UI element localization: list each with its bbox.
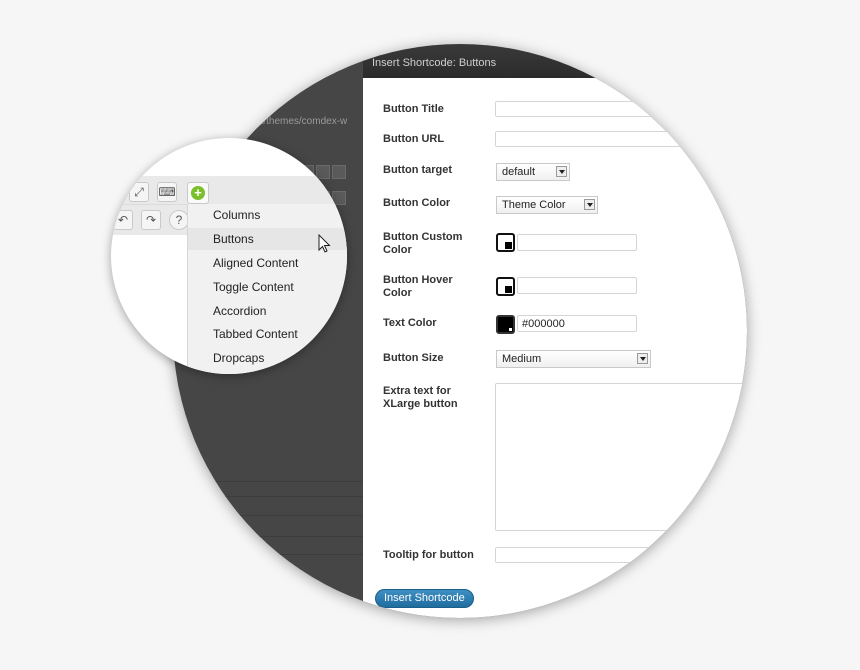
button-custom-color-label-line2: Color (383, 244, 412, 256)
button-hover-color-input[interactable] (517, 277, 637, 294)
button-hover-color-label-line1: Button Hover (383, 274, 453, 286)
add-shortcode-button[interactable]: + (187, 182, 209, 204)
extra-text-label-line2: XLarge button (383, 398, 458, 410)
menu-item-dropcaps[interactable]: Dropcaps (213, 347, 347, 369)
background-page-text: page (301, 582, 324, 593)
text-color-label: Text Color (383, 317, 437, 329)
chevron-down-icon (584, 199, 595, 210)
hover-color-swatch[interactable] (496, 277, 515, 296)
help-icon[interactable]: ? (169, 210, 189, 230)
text-color-input[interactable] (517, 315, 637, 332)
button-hover-color-label: Button Hover Color (383, 274, 453, 300)
dialog-titlebar: Insert Shortcode: Buttons (363, 44, 747, 78)
custom-color-swatch[interactable] (496, 233, 515, 252)
button-color-select[interactable]: Theme Color (496, 196, 598, 214)
button-size-select[interactable]: Medium (496, 350, 651, 368)
button-custom-color-label-line1: Button Custom (383, 231, 463, 243)
insert-shortcode-dialog: Insert Shortcode: Buttons Button Title B… (363, 44, 747, 618)
button-url-input[interactable] (495, 131, 747, 147)
extra-text-label-line1: Extra text for (383, 385, 451, 397)
extra-text-label: Extra text for XLarge button (383, 385, 458, 411)
magnified-toolbar-circle: ⤢ ⌨ + ↶ ↷ ? Columns Buttons Aligned Cont… (111, 138, 347, 374)
button-color-label: Button Color (383, 197, 451, 209)
add-shortcode-icon: + (191, 186, 205, 200)
tooltip-input[interactable] (495, 547, 747, 563)
undo-icon[interactable]: ↶ (113, 210, 133, 230)
keyboard-icon[interactable]: ⌨ (157, 182, 177, 202)
tooltip-label: Tooltip for button (383, 549, 474, 561)
shortcode-menu: Columns Buttons Aligned Content Toggle C… (187, 204, 347, 374)
editor-toolbar-row1: ⤢ ⌨ + (111, 176, 347, 205)
menu-item-aligned-content[interactable]: Aligned Content (213, 252, 347, 274)
chevron-down-icon (556, 166, 567, 177)
button-target-value: default (502, 166, 536, 178)
chevron-down-icon (637, 353, 648, 364)
menu-item-toggle-content[interactable]: Toggle Content (213, 276, 347, 298)
button-title-input[interactable] (495, 101, 747, 117)
button-custom-color-label: Button Custom Color (383, 231, 462, 257)
button-target-select[interactable]: default (496, 163, 570, 181)
dialog-title: Insert Shortcode: Buttons (372, 57, 497, 69)
button-size-label: Button Size (383, 352, 444, 364)
button-title-label: Button Title (383, 103, 444, 115)
button-hover-color-label-line2: Color (383, 287, 412, 299)
fullscreen-icon[interactable]: ⤢ (129, 182, 149, 202)
extra-text-textarea[interactable] (495, 383, 747, 531)
redo-icon[interactable]: ↷ (141, 210, 161, 230)
menu-item-accordion[interactable]: Accordion (213, 300, 347, 322)
button-url-label: Button URL (383, 133, 445, 145)
mouse-cursor-icon (318, 234, 331, 253)
button-size-value: Medium (502, 353, 542, 365)
menu-item-tabbed-content[interactable]: Tabbed Content (213, 323, 347, 345)
text-color-swatch[interactable] (496, 315, 515, 334)
button-color-value: Theme Color (502, 199, 566, 211)
button-custom-color-input[interactable] (517, 234, 637, 251)
button-target-label: Button target (383, 164, 453, 176)
insert-shortcode-button[interactable]: Insert Shortcode (375, 589, 474, 608)
background-editor-url: m/themes/comdex-w (255, 116, 348, 127)
menu-item-columns[interactable]: Columns (213, 204, 347, 226)
